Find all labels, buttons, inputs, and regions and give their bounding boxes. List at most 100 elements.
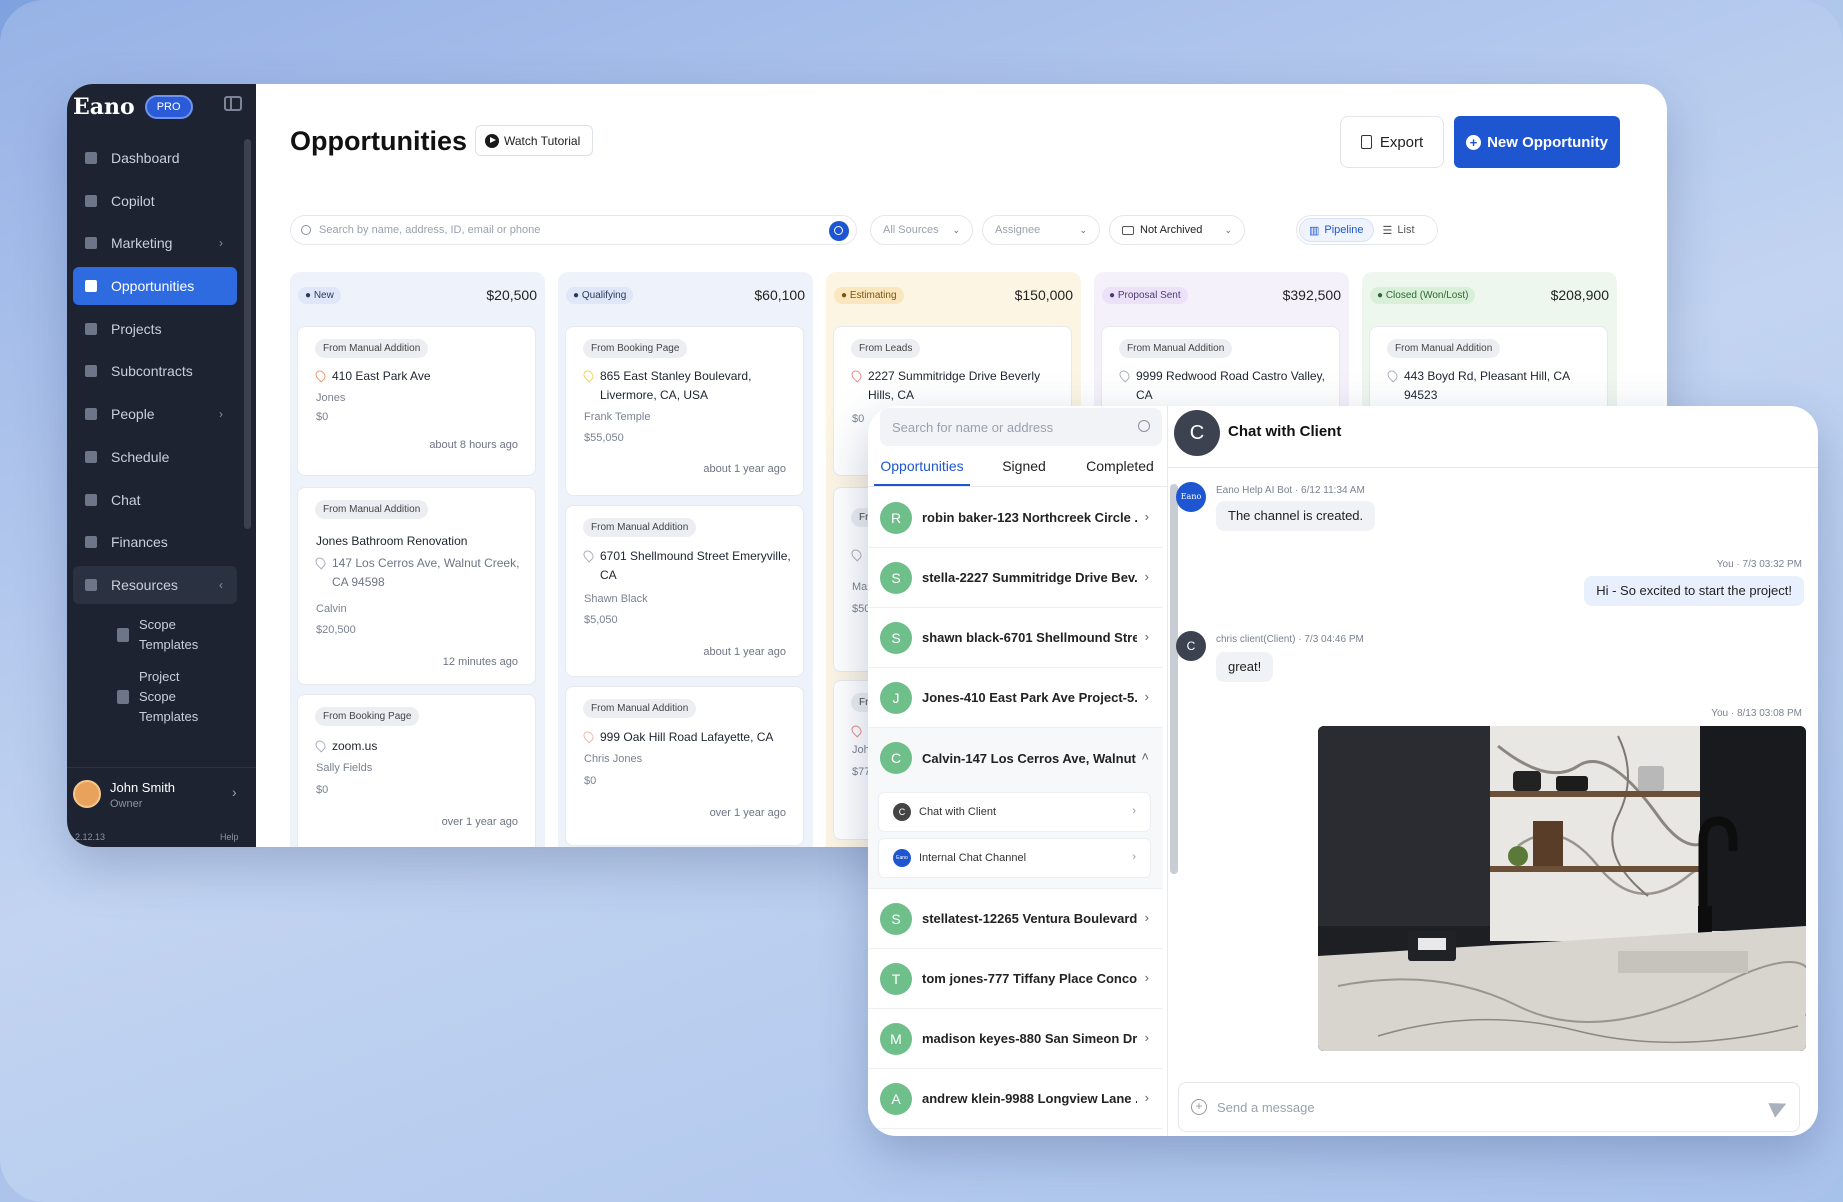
card-amount: $20,500 [316, 624, 356, 636]
card-contact: Calvin [316, 603, 347, 615]
sidebar-subitem-project-scope-templates[interactable]: Project Scope Templates [73, 661, 237, 733]
sidebar-collapse-icon[interactable] [224, 96, 242, 111]
avatar [73, 780, 101, 808]
send-icon[interactable] [1768, 1096, 1790, 1118]
conversation-item[interactable]: Mmadison keyes-880 San Simeon Dr... › [868, 1009, 1163, 1069]
subchannel-internal-chat[interactable]: Eano Internal Chat Channel › [878, 838, 1151, 878]
chat-header: C Chat with Client [1168, 406, 1818, 468]
location-pin-icon [581, 548, 596, 563]
address-text: 443 Boyd Rd, Pleasant Hill, CA 94523 [1404, 369, 1570, 402]
chat-pane: C Chat with Client Eano Eano Help AI Bot… [1168, 406, 1818, 1136]
columns-icon: ▥ [1309, 224, 1320, 237]
sidebar-item-label: Finances [111, 534, 168, 551]
column-header: ● Qualifying $60,100 [558, 272, 813, 318]
sidebar-item-marketing[interactable]: Marketing › [73, 224, 237, 262]
kitchen-image [1318, 726, 1806, 1051]
conversation-item[interactable]: Sshawn black-6701 Shellmound Stre... › [868, 608, 1163, 668]
sources-value: All Sources [883, 224, 939, 236]
opportunity-card[interactable]: From Manual Addition 999 Oak Hill Road L… [565, 686, 804, 846]
location-pin-icon [581, 368, 596, 383]
card-amount: $5,050 [584, 614, 618, 626]
chevron-right-icon: › [1144, 1030, 1149, 1045]
opportunity-card[interactable]: From Booking Page zoom.us Sally Fields $… [297, 694, 536, 847]
list-view-button[interactable]: ☰ List [1374, 218, 1424, 242]
sidebar-item-projects[interactable]: Projects [73, 310, 237, 348]
watch-tutorial-button[interactable]: Watch Tutorial [475, 125, 593, 156]
card-address: 9999 Redwood Road Castro Valley, CA [1117, 367, 1330, 405]
opportunity-card[interactable]: From Manual Addition 6701 Shellmound Str… [565, 505, 804, 677]
sidebar-item-opportunities[interactable]: Opportunities [73, 267, 237, 306]
sidebar-item-finances[interactable]: Finances [73, 523, 237, 561]
sources-dropdown[interactable]: All Sources ⌄ [870, 215, 973, 245]
folder-icon [1122, 225, 1134, 235]
card-time: over 1 year ago [441, 816, 518, 828]
pipeline-view-button[interactable]: ▥ Pipeline [1299, 218, 1374, 242]
card-contact: Jones [316, 392, 346, 404]
address-text: 147 Los Cerros Ave, Walnut Creek, CA 945… [332, 556, 520, 589]
avatar: M [880, 1022, 912, 1055]
sidebar-item-copilot[interactable]: Copilot [73, 182, 237, 220]
chevron-down-icon: ⌄ [952, 225, 960, 235]
card-contact: Chris Jones [584, 753, 643, 765]
pipeline-column-qualifying: ● Qualifying $60,100 From Booking Page 8… [558, 272, 813, 847]
stage-badge: ● Estimating [834, 286, 904, 304]
conversation-item[interactable]: J Jones-410 East Park Ave Project-5... › [868, 668, 1163, 728]
conversation-item[interactable]: Sstellatest-12265 Ventura Boulevard ... › [868, 889, 1163, 949]
opportunity-card[interactable]: From Manual Addition 410 East Park Ave J… [297, 326, 536, 476]
sidebar-item-label: Chat [111, 491, 141, 508]
sidebar-item-schedule[interactable]: Schedule [73, 438, 237, 476]
sidebar: Eano PRO Dashboard Copilot Marketing › Op… [67, 84, 256, 847]
conversation-name: stella-2227 Summitridge Drive Bev... [922, 570, 1137, 585]
new-opportunity-button[interactable]: + New Opportunity [1454, 116, 1620, 168]
card-contact: Shawn Black [584, 593, 648, 605]
user-profile[interactable]: John Smith Owner › [67, 767, 256, 827]
play-icon [485, 133, 499, 148]
message-input[interactable] [1217, 1099, 1717, 1115]
chevron-right-icon: › [1132, 851, 1136, 863]
sidebar-item-subcontracts[interactable]: Subcontracts [73, 352, 237, 390]
avatar: A [880, 1082, 912, 1115]
conversation-item[interactable]: Ttom jones-777 Tiffany Place Conco... › [868, 949, 1163, 1009]
sidebar-subitem-scope-templates[interactable]: Scope Templates [73, 609, 237, 661]
eano-logo-icon: Eano [893, 849, 911, 867]
chevron-down-icon: ⌄ [1079, 225, 1087, 235]
card-contact: Ma [852, 581, 868, 593]
conversation-item[interactable]: Rrobin baker-123 Northcreek Circle ... › [868, 488, 1163, 548]
help-link[interactable]: Help [220, 832, 239, 842]
conversation-search [880, 408, 1162, 446]
stage-badge: ● New [298, 286, 341, 304]
add-attachment-icon[interactable]: + [1191, 1099, 1207, 1115]
opportunity-card[interactable]: From Booking Page 865 East Stanley Boule… [565, 326, 804, 496]
assignee-dropdown[interactable]: Assignee ⌄ [982, 215, 1100, 245]
conversation-item[interactable]: Sstella-2227 Summitridge Drive Bev... › [868, 548, 1163, 608]
search-input[interactable] [319, 224, 759, 236]
tab-signed[interactable]: Signed [976, 446, 1072, 486]
source-badge: From Booking Page [315, 707, 420, 726]
stage-label: Qualifying [581, 289, 627, 301]
address-text: 2227 Summitridge Drive Beverly Hills, CA [868, 369, 1041, 402]
subchannel-chat-with-client[interactable]: C Chat with Client › [878, 792, 1151, 832]
sidebar-item-chat[interactable]: Chat [73, 481, 237, 519]
address-text: 6701 Shellmound Street Emeryville, CA [600, 549, 791, 582]
sidebar-item-people[interactable]: People › [73, 395, 237, 433]
conversation-item[interactable]: C Calvin-147 Los Cerros Ave, Walnut ... ˄ [868, 728, 1163, 788]
opportunity-card[interactable]: From Manual Addition Jones Bathroom Reno… [297, 487, 536, 685]
card-address: 6701 Shellmound Street Emeryville, CA [581, 547, 794, 585]
new-opportunity-label: New Opportunity [1487, 133, 1608, 151]
user-role: Owner [110, 798, 143, 810]
sidebar-item-dashboard[interactable]: Dashboard [73, 139, 237, 177]
tab-opportunities[interactable]: Opportunities [874, 446, 970, 486]
sidebar-scrollbar[interactable] [244, 139, 251, 529]
sidebar-item-resources[interactable]: Resources ‹ [73, 565, 237, 604]
export-button[interactable]: Export [1340, 116, 1444, 168]
search-submit-button[interactable] [829, 221, 849, 241]
card-time: about 1 year ago [703, 463, 786, 475]
kitchen-photo[interactable] [1318, 726, 1806, 1051]
stage-badge: ● Qualifying [566, 286, 634, 304]
conversation-search-input[interactable] [892, 419, 1122, 435]
tab-completed[interactable]: Completed [1072, 446, 1168, 486]
sidebar-item-label: Schedule [111, 448, 170, 465]
archive-dropdown[interactable]: Not Archived ⌄ [1109, 215, 1245, 245]
search-icon [1138, 420, 1150, 432]
conversation-item[interactable]: Aandrew klein-9988 Longview Lane ... › [868, 1069, 1163, 1129]
